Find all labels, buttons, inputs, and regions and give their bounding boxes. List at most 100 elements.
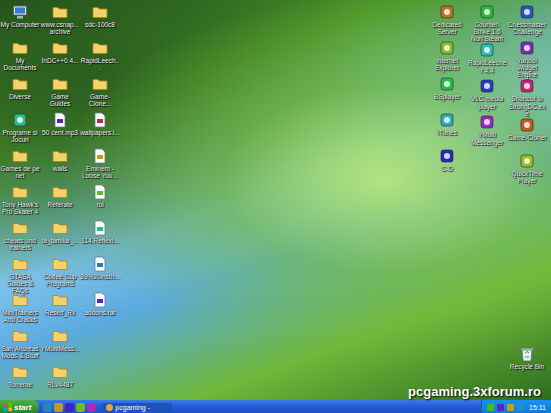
desktop-icon[interactable]: GTASA Guides & FAQs [0, 256, 40, 292]
desktop-icon[interactable]: Counter-Strike 1.6 Non Steam [467, 4, 507, 42]
icon-label: Torrente [0, 381, 40, 388]
desktop-icon[interactable]: Eminem - Loose You... [80, 148, 120, 184]
desktop-icon[interactable]: MiniTrainers And Cracks [0, 292, 40, 328]
icon-label: iTunes [427, 129, 467, 136]
desktop-icon[interactable]: QuickTime Player [507, 153, 547, 189]
desktop-icon[interactable]: rol [80, 184, 120, 220]
icon-label: VLC media player [467, 95, 507, 109]
desktop-icon[interactable]: YMultiMess... [40, 328, 80, 364]
tray-icon[interactable] [517, 404, 524, 411]
desktop-icon[interactable]: C-D [427, 148, 467, 184]
icon-label: Coffee Cup Programs [40, 273, 80, 287]
tray-icon[interactable] [497, 404, 504, 411]
desktop-icon[interactable]: Torrente [0, 364, 40, 400]
desktop-icon[interactable]: Game-Cloner [507, 117, 547, 153]
task-button[interactable]: pcgaming - [102, 403, 172, 412]
desktop-icon[interactable]: RapidLeecher 4.4 [467, 42, 507, 78]
icon-label: QuickTime Player [507, 170, 547, 184]
app-icon [519, 4, 535, 20]
desktop-icon[interactable]: RapidLeech... [80, 40, 120, 76]
icon-label: 29%20insth... [80, 273, 120, 280]
desktop-icon[interactable]: Yahoo! Widget Engine [507, 40, 547, 78]
icon-column: Counter-Strike 1.6 Non SteamRapidLeecher… [467, 4, 507, 400]
desktop-icon[interactable]: Diverse [0, 76, 40, 112]
desktop-icon[interactable]: www.csnap... archive [40, 4, 80, 40]
file-icon [92, 292, 108, 308]
desktop-icon[interactable]: sdc-100c8 [80, 4, 120, 40]
icon-label: YMulti Messenger [467, 131, 507, 145]
app-icon [519, 40, 535, 56]
icon-label: wallpapers.l... [80, 129, 120, 136]
folder-icon [52, 364, 68, 380]
browser-icon [106, 404, 113, 411]
quick-launch-icon[interactable] [54, 403, 63, 412]
desktop-icon[interactable]: BSplayer [427, 76, 467, 112]
folder-icon [12, 184, 28, 200]
start-button[interactable]: start [0, 400, 39, 413]
folder-icon [52, 148, 68, 164]
desktop-icon[interactable]: Game Guides [40, 76, 80, 112]
app-icon [439, 4, 455, 20]
desktop-icon[interactable]: iTunes [427, 112, 467, 148]
desktop-icon[interactable]: RLv4487 [40, 364, 80, 400]
icon-label: Game-Clone... [80, 93, 120, 107]
app-icon [519, 153, 535, 169]
desktop: My ComputerMy DocumentsDiversePrograme s… [0, 0, 551, 400]
desktop-icon[interactable]: addons.rar [80, 292, 120, 328]
icon-column: www.csnap... archiveInDC++0.4... Game Gui… [40, 4, 80, 400]
app-icon [519, 117, 535, 133]
folder-icon [52, 292, 68, 308]
icon-label: Game Guides [40, 93, 80, 107]
desktop-icon[interactable]: Dedicated Server [427, 4, 467, 40]
app-icon [479, 42, 495, 58]
desktop-icon[interactable]: Resetf_Rx [40, 292, 80, 328]
tray-icon[interactable] [487, 404, 494, 411]
desktop-icon[interactable]: Shortcut to StrongDC.exe [507, 78, 547, 116]
icon-label: GTASA Guides & FAQs [0, 273, 40, 294]
desktop-icon[interactable]: Chessmaster Challenge [507, 4, 547, 40]
recycle-bin[interactable]: Recycle Bin [507, 346, 547, 382]
desktop-icon[interactable]: 50 cent.mp3 [40, 112, 80, 148]
desktop-icon[interactable]: Game-Clone... [80, 76, 120, 112]
system-tray: 15:11 [481, 400, 551, 413]
quick-launch-icon[interactable] [43, 403, 52, 412]
icon-label: addons.rar [80, 309, 120, 316]
desktop-icon[interactable]: My Documents [0, 40, 40, 76]
desktop-icon[interactable]: Programe si Jocuri [0, 112, 40, 148]
desktop-icon[interactable]: YMulti Messenger [467, 114, 507, 150]
app-icon [439, 148, 455, 164]
desktop-icon[interactable]: Internet Explorer [427, 40, 467, 76]
desktop-icon[interactable]: wallpapers.l... [80, 112, 120, 148]
desktop-icon[interactable]: San Andreas Mods & Stuff [0, 328, 40, 364]
desktop-icon[interactable]: InDC++0.4... [40, 40, 80, 76]
desktop-icon[interactable]: walls [40, 148, 80, 184]
quick-launch-icon[interactable] [76, 403, 85, 412]
desktop-icon[interactable]: la_familia_... [40, 220, 80, 256]
icon-label: Chessmaster Challenge [507, 21, 547, 35]
icon-label: Games de pe net [0, 165, 40, 179]
computer-icon [12, 4, 28, 20]
folder-icon [92, 4, 108, 20]
desktop-icon[interactable]: Coffee Cup Programs [40, 256, 80, 292]
desktop-icon[interactable]: 29%20insth... [80, 256, 120, 292]
recycle-icon [519, 346, 535, 362]
icon-label: 114.Reflexi... [80, 237, 120, 244]
desktop-icon[interactable]: Tony Hawk's Pro Skater 4 [0, 184, 40, 220]
icon-column: My ComputerMy DocumentsDiversePrograme s… [0, 4, 40, 400]
desktop-icon[interactable]: VLC media player [467, 78, 507, 114]
desktop-icon[interactable]: Games de pe net [0, 148, 40, 184]
desktop-icon[interactable]: 114.Reflexi... [80, 220, 120, 256]
icon-label: Game-Cloner [507, 134, 547, 141]
quick-launch [39, 400, 100, 413]
quick-launch-icon[interactable] [87, 403, 96, 412]
icon-label: Internet Explorer [427, 57, 467, 71]
quick-launch-icon[interactable] [65, 403, 74, 412]
clock: 15:11 [529, 404, 546, 411]
tray-icon[interactable] [507, 404, 514, 411]
app-icon [12, 112, 28, 128]
desktop-icon[interactable]: Referate [40, 184, 80, 220]
task-list: pcgaming - [100, 400, 481, 413]
app-icon [479, 4, 495, 20]
desktop-icon[interactable]: My Computer [0, 4, 40, 40]
desktop-icon[interactable]: cheats und trainers [0, 220, 40, 256]
